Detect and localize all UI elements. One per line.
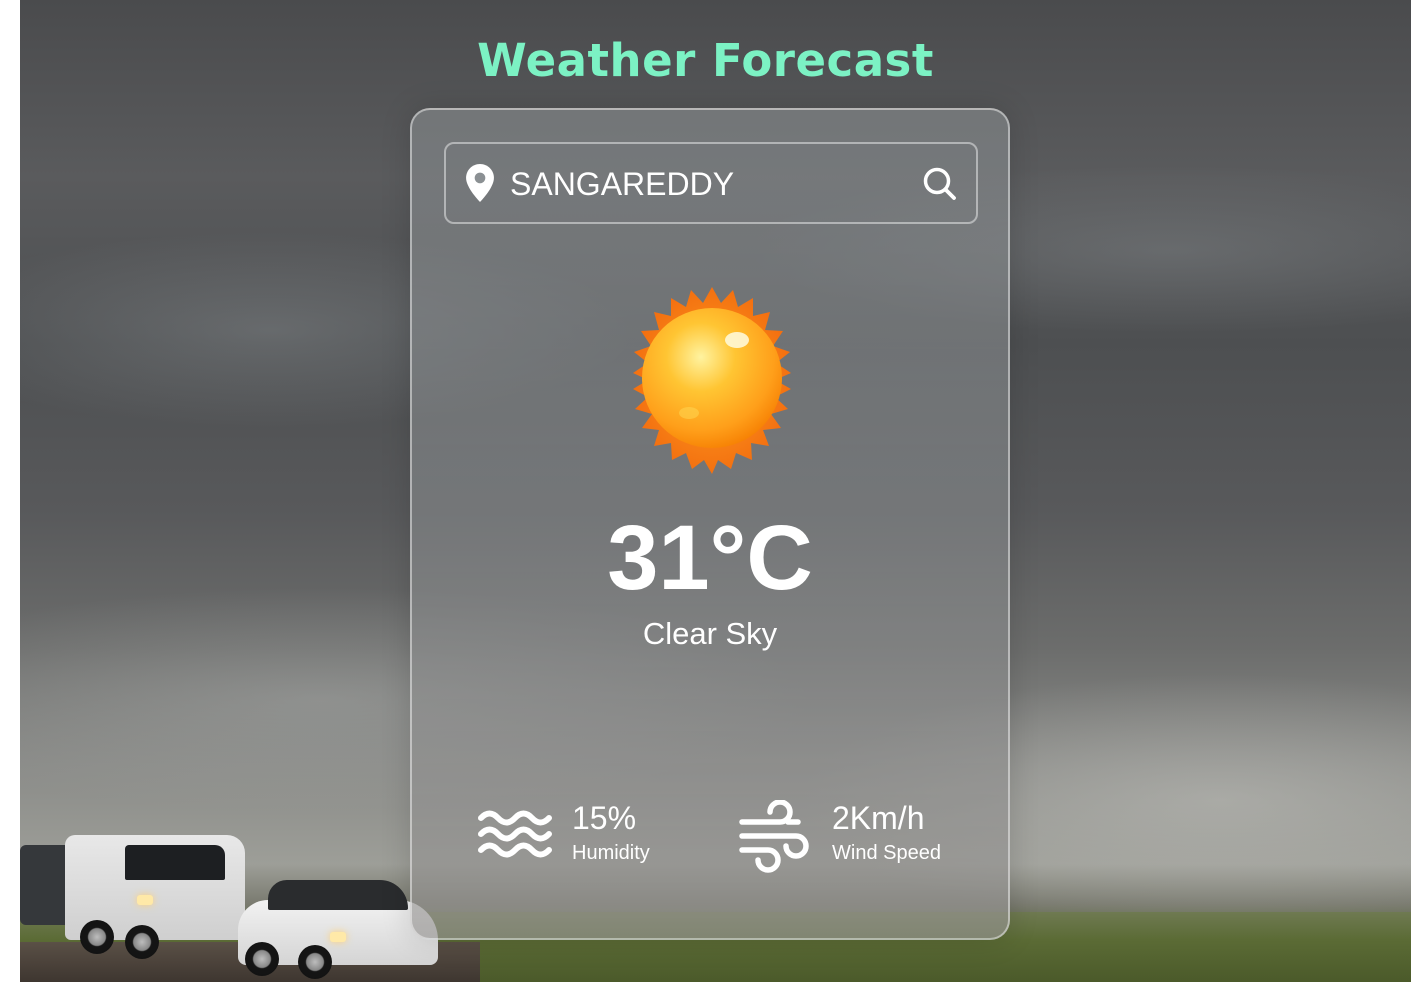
- car-windshield: [268, 880, 408, 910]
- van-wheel: [125, 925, 159, 959]
- car-wheel: [245, 942, 279, 976]
- van-wheel: [80, 920, 114, 954]
- wind-speed-label: Wind Speed: [832, 842, 941, 864]
- wind-icon: [739, 800, 809, 873]
- sun-icon: [633, 287, 791, 474]
- humidity-waves-icon: [478, 810, 552, 858]
- page-title: Weather Forecast: [477, 34, 934, 87]
- car-headlight: [330, 932, 346, 942]
- temperature: 31°C: [607, 507, 813, 609]
- wind-speed-value: 2Km/h: [832, 800, 925, 836]
- van-windshield: [125, 845, 225, 880]
- search-box: [444, 142, 978, 224]
- humidity-label: Humidity: [572, 842, 650, 864]
- location-input[interactable]: [510, 162, 910, 206]
- search-icon[interactable]: [920, 164, 960, 204]
- location-pin-icon: [466, 164, 494, 202]
- wind-stat: 2Km/h Wind Speed: [738, 800, 978, 880]
- weather-description: Clear Sky: [642, 616, 778, 651]
- humidity-value: 15%: [572, 800, 637, 836]
- weather-card: 31°C Clear Sky 15% Humidity 2Km/h Wind S…: [410, 108, 1010, 940]
- humidity-stat: 15% Humidity: [478, 800, 708, 880]
- car-wheel: [298, 945, 332, 979]
- van-headlight: [137, 895, 153, 905]
